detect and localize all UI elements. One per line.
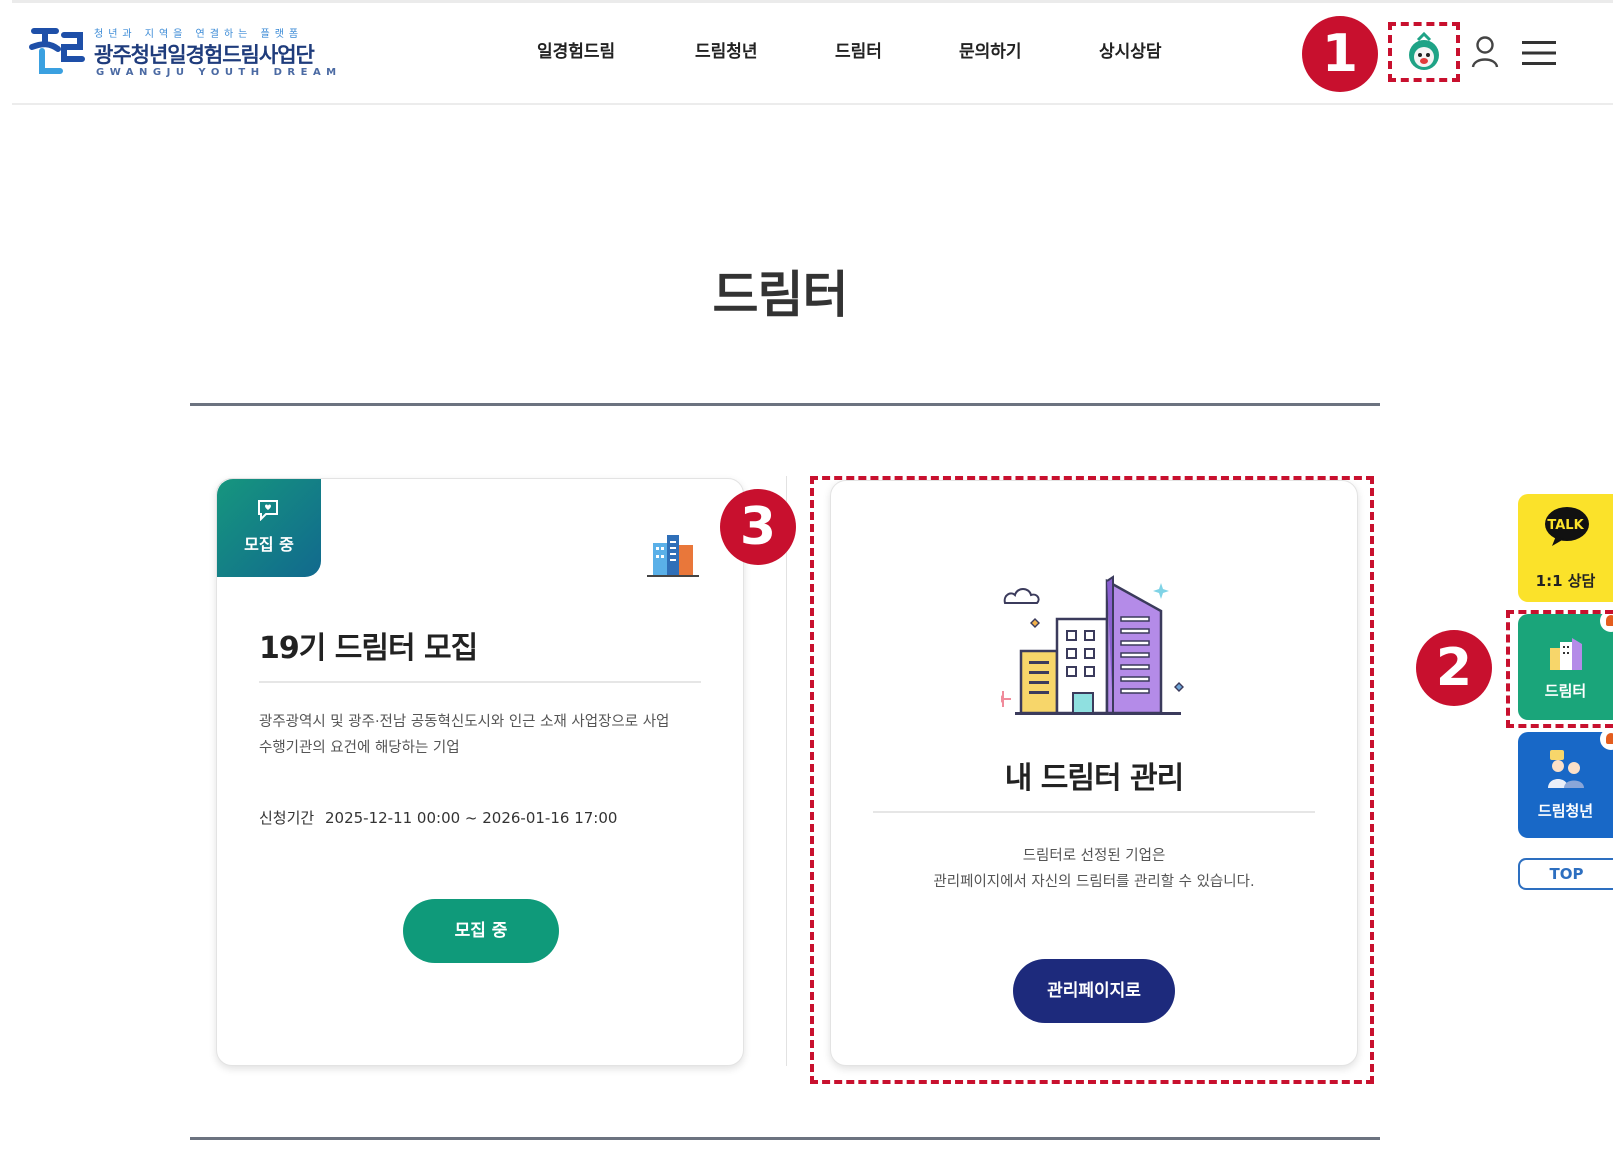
recruiting-tag: 모집 중: [217, 479, 321, 577]
recruit-desc-line-1: 광주광역시 및 광주·전남 공동혁신도시와 인근 소재 사업장으로 사업: [259, 714, 670, 730]
side-dream-youth-button[interactable]: 드림청년: [1518, 728, 1613, 838]
logo-english: GWANGJU YOUTH DREAM: [96, 67, 342, 78]
people-icon: [1548, 750, 1584, 788]
annotation-box-3: [810, 476, 1374, 1084]
speech-bubble-icon: [258, 500, 278, 521]
annotation-badge-1: 1: [1302, 16, 1378, 92]
annotation-box-1: [1388, 22, 1460, 82]
user-icon[interactable]: [1470, 35, 1500, 69]
notification-bell-icon: [1600, 728, 1613, 750]
logo-mark-icon: [29, 28, 85, 74]
kakao-talk-label: 1:1 상담: [1535, 572, 1596, 590]
side-dream-youth-label: 드림청년: [1537, 802, 1594, 820]
annotation-box-2: [1506, 610, 1613, 728]
scroll-top-button[interactable]: TOP: [1518, 858, 1613, 890]
recruiting-tag-label: 모집 중: [244, 535, 294, 554]
recruit-card-description: 광주광역시 및 광주·전남 공동혁신도시와 인근 소재 사업장으로 사업 수행기…: [259, 709, 719, 761]
bottom-divider: [190, 1137, 1380, 1140]
nav-item-dreamter[interactable]: 드림터: [835, 37, 959, 62]
recruit-card-divider: [259, 681, 701, 683]
page-title: 드림터: [712, 266, 849, 324]
logo-name: 광주청년일경험드림사업단: [94, 43, 315, 67]
site-logo[interactable]: 청년과 지역을 연결하는 플랫폼 광주청년일경험드림사업단 GWANGJU YO…: [28, 21, 336, 85]
main-nav: 일경험드림 드림청년 드림터 문의하기 상시상담: [537, 37, 1162, 62]
recruiting-button[interactable]: 모집 중: [403, 899, 559, 963]
recruit-card: 모집 중 19기 드림터 모집 광주광역시 및 광주·전남 공동혁신도시와 인근…: [216, 478, 744, 1066]
kakao-talk-icon-text: TALK: [1547, 518, 1584, 533]
annotation-badge-3: 3: [720, 489, 796, 565]
card-divider: [786, 476, 787, 1066]
nav-item-inquiry[interactable]: 문의하기: [959, 37, 1099, 62]
kakao-talk-consult-button[interactable]: TALK 1:1 상담: [1518, 494, 1613, 602]
period-label: 신청기간: [259, 809, 315, 827]
hamburger-menu-icon[interactable]: [1522, 39, 1556, 67]
recruit-period: 신청기간 2025-12-11 00:00 ~ 2026-01-16 17:00: [259, 805, 617, 831]
building-icon: [647, 535, 699, 577]
recruit-card-title: 19기 드림터 모집: [259, 631, 478, 666]
period-value: 2025-12-11 00:00 ~ 2026-01-16 17:00: [324, 809, 618, 827]
nav-item-consult[interactable]: 상시상담: [1099, 37, 1162, 62]
recruit-desc-line-2: 수행기관의 요건에 해당하는 기업: [259, 740, 460, 756]
logo-tagline: 청년과 지역을 연결하는 플랫폼: [94, 29, 304, 40]
annotation-badge-2: 2: [1416, 630, 1492, 706]
nav-item-dream-youth[interactable]: 드림청년: [695, 37, 835, 62]
nav-item-work-experience[interactable]: 일경험드림: [537, 37, 695, 62]
title-divider: [190, 403, 1380, 406]
